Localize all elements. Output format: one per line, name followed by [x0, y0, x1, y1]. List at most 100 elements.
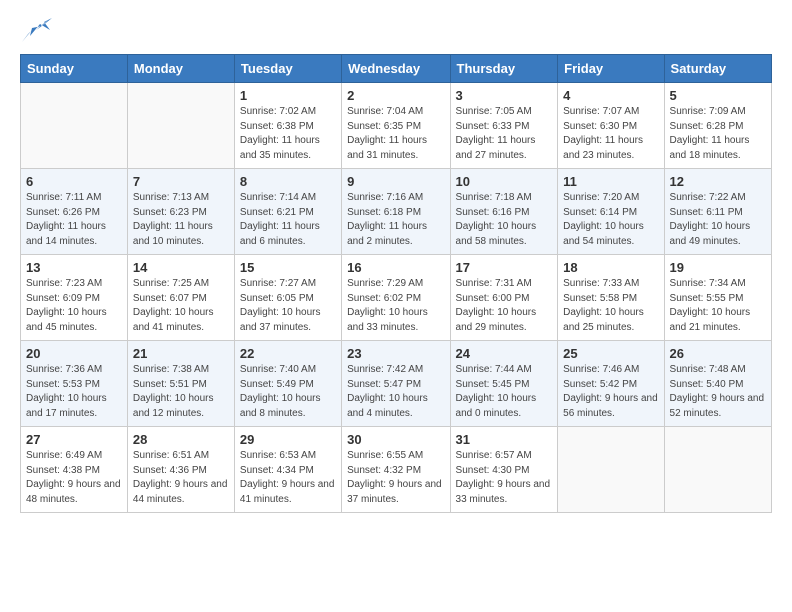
day-number: 31: [456, 432, 553, 447]
calendar-cell: 9 Sunrise: 7:16 AM Sunset: 6:18 PM Daylig…: [342, 169, 450, 255]
day-info: Sunrise: 7:29 AM Sunset: 6:02 PM Dayligh…: [347, 277, 444, 335]
day-info: Sunrise: 7:27 AM Sunset: 6:05 PM Dayligh…: [240, 277, 336, 335]
calendar-week-4: 27 Sunrise: 6:49 AM Sunset: 4:38 PM Dayli…: [21, 427, 772, 513]
calendar-cell: 11 Sunrise: 7:20 AM Sunset: 6:14 PM Dayli…: [558, 169, 664, 255]
day-number: 20: [26, 346, 122, 361]
day-info: Sunrise: 7:05 AM Sunset: 6:33 PM Dayligh…: [456, 105, 553, 163]
calendar-cell: 3 Sunrise: 7:05 AM Sunset: 6:33 PM Daylig…: [450, 83, 558, 169]
day-info: Sunrise: 6:55 AM Sunset: 4:32 PM Dayligh…: [347, 449, 444, 507]
day-number: 30: [347, 432, 444, 447]
day-number: 29: [240, 432, 336, 447]
day-number: 19: [670, 260, 766, 275]
day-number: 12: [670, 174, 766, 189]
calendar-header-row: SundayMondayTuesdayWednesdayThursdayFrid…: [21, 55, 772, 83]
calendar-cell: 23 Sunrise: 7:42 AM Sunset: 5:47 PM Dayli…: [342, 341, 450, 427]
calendar-cell: 28 Sunrise: 6:51 AM Sunset: 4:36 PM Dayli…: [127, 427, 234, 513]
day-number: 23: [347, 346, 444, 361]
day-number: 1: [240, 88, 336, 103]
day-info: Sunrise: 7:20 AM Sunset: 6:14 PM Dayligh…: [563, 191, 658, 249]
calendar-header-saturday: Saturday: [664, 55, 771, 83]
day-number: 15: [240, 260, 336, 275]
day-number: 11: [563, 174, 658, 189]
calendar-cell: 30 Sunrise: 6:55 AM Sunset: 4:32 PM Dayli…: [342, 427, 450, 513]
calendar-header-sunday: Sunday: [21, 55, 128, 83]
day-info: Sunrise: 7:38 AM Sunset: 5:51 PM Dayligh…: [133, 363, 229, 421]
calendar-cell: 15 Sunrise: 7:27 AM Sunset: 6:05 PM Dayli…: [234, 255, 341, 341]
logo-bird-icon: [22, 16, 52, 44]
day-number: 8: [240, 174, 336, 189]
calendar-cell: 29 Sunrise: 6:53 AM Sunset: 4:34 PM Dayli…: [234, 427, 341, 513]
calendar-cell: 27 Sunrise: 6:49 AM Sunset: 4:38 PM Dayli…: [21, 427, 128, 513]
day-number: 27: [26, 432, 122, 447]
calendar-cell: 7 Sunrise: 7:13 AM Sunset: 6:23 PM Daylig…: [127, 169, 234, 255]
calendar-cell: 20 Sunrise: 7:36 AM Sunset: 5:53 PM Dayli…: [21, 341, 128, 427]
calendar-cell: [558, 427, 664, 513]
day-info: Sunrise: 7:40 AM Sunset: 5:49 PM Dayligh…: [240, 363, 336, 421]
day-number: 13: [26, 260, 122, 275]
day-info: Sunrise: 7:04 AM Sunset: 6:35 PM Dayligh…: [347, 105, 444, 163]
day-info: Sunrise: 7:11 AM Sunset: 6:26 PM Dayligh…: [26, 191, 122, 249]
day-info: Sunrise: 6:49 AM Sunset: 4:38 PM Dayligh…: [26, 449, 122, 507]
calendar-cell: [664, 427, 771, 513]
calendar-cell: 22 Sunrise: 7:40 AM Sunset: 5:49 PM Dayli…: [234, 341, 341, 427]
day-number: 10: [456, 174, 553, 189]
day-number: 17: [456, 260, 553, 275]
calendar-cell: 1Sunrise: 7:02 AM Sunset: 6:38 PM Daylig…: [234, 83, 341, 169]
calendar-week-1: 6 Sunrise: 7:11 AM Sunset: 6:26 PM Daylig…: [21, 169, 772, 255]
calendar-cell: 25Sunrise: 7:46 AM Sunset: 5:42 PM Dayli…: [558, 341, 664, 427]
calendar-cell: [127, 83, 234, 169]
day-number: 3: [456, 88, 553, 103]
day-info: Sunrise: 7:33 AM Sunset: 5:58 PM Dayligh…: [563, 277, 658, 335]
day-number: 18: [563, 260, 658, 275]
day-number: 22: [240, 346, 336, 361]
day-number: 16: [347, 260, 444, 275]
day-info: Sunrise: 7:18 AM Sunset: 6:16 PM Dayligh…: [456, 191, 553, 249]
calendar-header-friday: Friday: [558, 55, 664, 83]
day-number: 6: [26, 174, 122, 189]
day-info: Sunrise: 7:09 AM Sunset: 6:28 PM Dayligh…: [670, 105, 766, 163]
calendar-cell: 13 Sunrise: 7:23 AM Sunset: 6:09 PM Dayli…: [21, 255, 128, 341]
day-number: 4: [563, 88, 658, 103]
day-number: 25: [563, 346, 658, 361]
calendar-cell: 24 Sunrise: 7:44 AM Sunset: 5:45 PM Dayli…: [450, 341, 558, 427]
calendar-cell: 5Sunrise: 7:09 AM Sunset: 6:28 PM Daylig…: [664, 83, 771, 169]
calendar-cell: 19 Sunrise: 7:34 AM Sunset: 5:55 PM Dayli…: [664, 255, 771, 341]
calendar-table: SundayMondayTuesdayWednesdayThursdayFrid…: [20, 54, 772, 513]
day-info: Sunrise: 7:14 AM Sunset: 6:21 PM Dayligh…: [240, 191, 336, 249]
day-number: 28: [133, 432, 229, 447]
calendar-cell: 31 Sunrise: 6:57 AM Sunset: 4:30 PM Dayli…: [450, 427, 558, 513]
day-info: Sunrise: 7:44 AM Sunset: 5:45 PM Dayligh…: [456, 363, 553, 421]
calendar-cell: 8 Sunrise: 7:14 AM Sunset: 6:21 PM Daylig…: [234, 169, 341, 255]
day-number: 24: [456, 346, 553, 361]
calendar-cell: 10 Sunrise: 7:18 AM Sunset: 6:16 PM Dayli…: [450, 169, 558, 255]
day-info: Sunrise: 6:51 AM Sunset: 4:36 PM Dayligh…: [133, 449, 229, 507]
day-info: Sunrise: 6:53 AM Sunset: 4:34 PM Dayligh…: [240, 449, 336, 507]
calendar-header-tuesday: Tuesday: [234, 55, 341, 83]
calendar-cell: 6 Sunrise: 7:11 AM Sunset: 6:26 PM Daylig…: [21, 169, 128, 255]
day-info: Sunrise: 7:23 AM Sunset: 6:09 PM Dayligh…: [26, 277, 122, 335]
calendar-header-monday: Monday: [127, 55, 234, 83]
day-info: Sunrise: 6:57 AM Sunset: 4:30 PM Dayligh…: [456, 449, 553, 507]
calendar-cell: 2Sunrise: 7:04 AM Sunset: 6:35 PM Daylig…: [342, 83, 450, 169]
day-info: Sunrise: 7:13 AM Sunset: 6:23 PM Dayligh…: [133, 191, 229, 249]
day-info: Sunrise: 7:34 AM Sunset: 5:55 PM Dayligh…: [670, 277, 766, 335]
calendar-week-0: 1Sunrise: 7:02 AM Sunset: 6:38 PM Daylig…: [21, 83, 772, 169]
calendar-cell: 12 Sunrise: 7:22 AM Sunset: 6:11 PM Dayli…: [664, 169, 771, 255]
day-info: Sunrise: 7:22 AM Sunset: 6:11 PM Dayligh…: [670, 191, 766, 249]
day-number: 14: [133, 260, 229, 275]
day-info: Sunrise: 7:16 AM Sunset: 6:18 PM Dayligh…: [347, 191, 444, 249]
day-number: 21: [133, 346, 229, 361]
day-info: Sunrise: 7:25 AM Sunset: 6:07 PM Dayligh…: [133, 277, 229, 335]
day-info: Sunrise: 7:31 AM Sunset: 6:00 PM Dayligh…: [456, 277, 553, 335]
day-number: 7: [133, 174, 229, 189]
page-container: SundayMondayTuesdayWednesdayThursdayFrid…: [0, 0, 792, 529]
day-info: Sunrise: 7:42 AM Sunset: 5:47 PM Dayligh…: [347, 363, 444, 421]
calendar-week-2: 13 Sunrise: 7:23 AM Sunset: 6:09 PM Dayli…: [21, 255, 772, 341]
day-info: Sunrise: 7:36 AM Sunset: 5:53 PM Dayligh…: [26, 363, 122, 421]
calendar-cell: 14 Sunrise: 7:25 AM Sunset: 6:07 PM Dayli…: [127, 255, 234, 341]
calendar-header-thursday: Thursday: [450, 55, 558, 83]
calendar-cell: 4Sunrise: 7:07 AM Sunset: 6:30 PM Daylig…: [558, 83, 664, 169]
day-number: 9: [347, 174, 444, 189]
day-number: 26: [670, 346, 766, 361]
calendar-cell: 17 Sunrise: 7:31 AM Sunset: 6:00 PM Dayli…: [450, 255, 558, 341]
